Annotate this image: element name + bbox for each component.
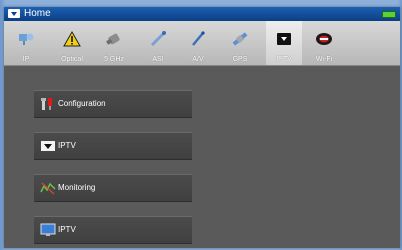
- window-title: Home: [24, 8, 51, 19]
- main-content: Configuration IPTV Monitoring IPTV: [4, 66, 400, 248]
- tab-wifi[interactable]: Wi-Fi: [306, 21, 342, 65]
- tv-monitor-icon: [40, 223, 56, 236]
- tab-iptv[interactable]: IPTV: [266, 21, 302, 65]
- tab-label: Optical: [61, 56, 83, 63]
- menu-item-label: Configuration: [58, 99, 106, 108]
- tools-icon: [41, 98, 52, 110]
- tab-label: 5 GHz: [104, 56, 124, 63]
- tab-bar: IP Optical 5 GHz ASI A/V GPS IPTV Wi-Fi: [4, 21, 400, 66]
- menu-item-label: Monitoring: [58, 183, 96, 192]
- home-icon[interactable]: [8, 9, 20, 18]
- menu-item-iptv[interactable]: IPTV: [34, 132, 192, 160]
- menu-item-label: IPTV: [58, 225, 76, 234]
- tab-5ghz[interactable]: 5 GHz: [96, 21, 132, 65]
- tab-ip[interactable]: IP: [8, 21, 44, 65]
- monitoring-icon: [40, 182, 56, 195]
- tab-asi[interactable]: ASI: [140, 21, 176, 65]
- home-window: Home IP Optical 5 GHz ASI A/V GPS IPTV W…: [4, 7, 400, 248]
- tab-label: IPTV: [276, 56, 292, 63]
- warning-icon: [63, 31, 81, 47]
- iptv-icon: [41, 141, 55, 151]
- menu-item-iptv-monitor[interactable]: IPTV: [34, 216, 192, 244]
- tab-label: Wi-Fi: [315, 56, 333, 63]
- menu-item-monitoring[interactable]: Monitoring: [34, 174, 192, 202]
- tab-label: GPS: [232, 56, 248, 63]
- tab-gps[interactable]: GPS: [222, 21, 258, 65]
- network-icon: [19, 33, 34, 45]
- title-bar: Home: [4, 7, 400, 21]
- cable-icon: [150, 31, 166, 47]
- probe-icon: [192, 31, 205, 46]
- gps-satellite-icon: [232, 32, 248, 46]
- iptv-tab-icon: [277, 33, 291, 45]
- satellite-icon: [106, 33, 120, 45]
- battery-icon: [382, 11, 396, 18]
- menu-item-configuration[interactable]: Configuration: [34, 90, 192, 118]
- tab-optical[interactable]: Optical: [54, 21, 90, 65]
- tab-label: IP: [22, 56, 30, 63]
- tab-label: A/V: [192, 56, 204, 63]
- tab-label: ASI: [152, 56, 164, 63]
- menu-item-label: IPTV: [58, 141, 76, 150]
- tab-av[interactable]: A/V: [180, 21, 216, 65]
- wifi-icon: [316, 33, 332, 45]
